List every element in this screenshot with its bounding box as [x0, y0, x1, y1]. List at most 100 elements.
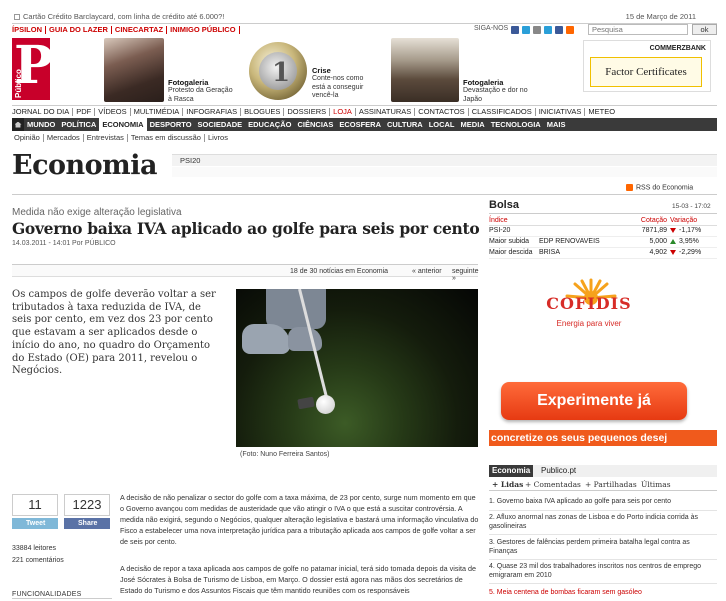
feature-2-title[interactable]: Crise — [312, 66, 331, 75]
top-promo-link[interactable]: Cartão Crédito Barclaycard, com linha de… — [14, 12, 224, 21]
cofidis-strip: concretize os seus pequenos desej — [489, 430, 717, 446]
index-name: PSI-20 — [489, 225, 539, 237]
psi-ticker-bar[interactable]: PSI20 — [172, 154, 717, 166]
col-index: Índice — [489, 216, 539, 226]
bolsa-table: Índice Cotação Variação PSI-20 7871,89 -… — [489, 216, 717, 259]
section-tab-media[interactable]: MEDIA — [458, 118, 488, 131]
feature-1-desc[interactable]: Protesto da Geração à Rasca — [168, 87, 233, 104]
tab-economia[interactable]: Economia — [489, 465, 534, 477]
stock-value: 4,902 — [619, 247, 667, 259]
menu-item-multim-dia[interactable]: MULTIMÉDIA — [131, 107, 184, 116]
section-tab-cultura[interactable]: CULTURA — [384, 118, 426, 131]
feature-photo-japan[interactable] — [391, 38, 459, 102]
subtab-most-shared[interactable]: + Partilhadas — [585, 480, 637, 489]
menu-item-pdf[interactable]: PDF — [73, 107, 96, 116]
share-icon[interactable] — [533, 26, 541, 34]
experimente-button[interactable]: Experimente já — [501, 382, 687, 420]
commerzbank-ad[interactable]: COMMERZBANK Factor Certificates — [583, 40, 711, 92]
search-input[interactable] — [588, 24, 688, 35]
facebook-icon[interactable] — [511, 26, 519, 34]
top-promo-text: Cartão Crédito Barclaycard, com linha de… — [23, 12, 225, 21]
ranking-item[interactable]: 3. Gestores de falências perdem primeira… — [489, 539, 717, 560]
col-price: Cotação — [619, 216, 667, 226]
search-button[interactable]: ok — [692, 24, 717, 35]
subnav-opiniao[interactable]: Opinião — [12, 134, 44, 142]
tab-publico-pt[interactable]: Publico.pt — [541, 465, 576, 477]
ranking-item[interactable]: 4. Quase 23 mil dos trabalhadores inscri… — [489, 563, 717, 584]
menu-item-loja[interactable]: LOJA — [330, 107, 356, 116]
subtab-most-commented[interactable]: + Comentadas — [525, 480, 581, 489]
menu-item-v-deos[interactable]: VÍDEOS — [95, 107, 131, 116]
menu-item-infografias[interactable]: INFOGRAFIAS — [183, 107, 242, 116]
bolsa-timestamp: 15-03 - 17:02 — [672, 203, 711, 210]
next-article-link[interactable]: seguinte » — [452, 268, 478, 282]
bolsa-index-row[interactable]: PSI-20 7871,89 -1,17% — [489, 225, 717, 237]
cofidis-ad[interactable]: COFIDIS Energia para viver Experimente j… — [489, 270, 717, 458]
publico-logo[interactable]: P Público — [12, 36, 53, 100]
ad-brand: COMMERZBANK — [649, 45, 706, 52]
section-tab-sociedade[interactable]: SOCIEDADE — [195, 118, 246, 131]
top-nav-guia-lazer[interactable]: GUIA DO LAZER — [46, 25, 112, 34]
section-tab-mundo[interactable]: MUNDO — [24, 118, 58, 131]
section-tab-ecosfera[interactable]: ECOSFERA — [336, 118, 384, 131]
top-nav-cinecartaz[interactable]: CINECARTAZ — [112, 25, 168, 34]
previous-article-link[interactable]: « anterior — [412, 268, 442, 275]
top-nav-inimigo-publico[interactable]: INIMIGO PÚBLICO — [167, 25, 240, 34]
menu-item-dossiers[interactable]: DOSSIERS — [284, 107, 331, 116]
subnav-entrevistas[interactable]: Entrevistas — [84, 134, 128, 142]
follow-us-label: SIGA-NOS — [474, 25, 509, 32]
feature-2-desc[interactable]: Conte-nos como está a conseguir vencê-la — [312, 75, 363, 101]
subtab-latest[interactable]: Últimas — [641, 480, 671, 489]
article-headline: Governo baixa IVA aplicado ao golfe para… — [12, 219, 480, 238]
article-body-paragraph: A decisão de não penalizar o sector do g… — [120, 493, 479, 546]
subnav-livros[interactable]: Livros — [205, 134, 231, 142]
comments-link[interactable]: 221 comentários — [12, 557, 64, 564]
section-tab-desporto[interactable]: DESPORTO — [147, 118, 195, 131]
menu-item-assinaturas[interactable]: ASSINATURAS — [356, 107, 416, 116]
ranking-item[interactable]: 5. Meia centena de bombas ficaram sem ga… — [489, 589, 717, 601]
feature-photo-protest[interactable] — [104, 38, 164, 102]
section-tab-mais[interactable]: MAIS — [544, 118, 569, 131]
bolsa-top-loser-row[interactable]: Maior descida BRISA 4,902 -2,29% — [489, 247, 717, 259]
ranking-item[interactable]: 1. Governo baixa IVA aplicado ao golfe p… — [489, 498, 717, 511]
subtab-most-read[interactable]: + Lidas — [492, 480, 523, 489]
euro-coin-image[interactable]: 1 — [248, 41, 308, 101]
svg-text:1: 1 — [272, 58, 290, 88]
menu-item-iniciativas[interactable]: INICIATIVAS — [536, 107, 586, 116]
subnav-mercados[interactable]: Mercados — [44, 134, 84, 142]
arrow-up-icon — [670, 238, 676, 244]
golf-club-head — [297, 396, 315, 410]
feature-3-title[interactable]: Fotogaleria — [463, 78, 503, 87]
ranking-item[interactable]: 2. Afluxo anormal nas zonas de Lisboa e … — [489, 514, 717, 535]
bolsa-top-gainer-row[interactable]: Maior subida EDP RENOVAVEIS 5,000 3,95% — [489, 236, 717, 248]
index-value: 7871,89 — [619, 225, 667, 237]
delicious-icon[interactable] — [555, 26, 563, 34]
tweet-button[interactable]: Tweet — [12, 518, 58, 529]
section-tab-ciencias[interactable]: CIÊNCIAS — [294, 118, 336, 131]
rss-link[interactable]: RSS do Economia — [626, 184, 693, 191]
main-menu: JORNAL DO DIA PDF VÍDEOS MULTIMÉDIA INFOGRAF… — [12, 105, 717, 117]
article-kicker: Medida não exige alteração legislativa — [12, 207, 182, 218]
section-tab-local[interactable]: LOCAL — [426, 118, 458, 131]
section-tab-educacao[interactable]: EDUCAÇÃO — [245, 118, 294, 131]
functionalities-heading: FUNCIONALIDADES — [12, 591, 112, 599]
feature-1-title[interactable]: Fotogaleria — [168, 78, 208, 87]
facebook-share-button[interactable]: Share — [64, 518, 110, 529]
home-icon — [14, 121, 22, 128]
menu-item-classificados[interactable]: CLASSIFICADOS — [469, 107, 536, 116]
rss-text: RSS do Economia — [636, 184, 694, 192]
menu-item-jornal-do-dia[interactable]: JORNAL DO DIA — [12, 107, 74, 116]
twitter-alt-icon[interactable] — [544, 26, 552, 34]
section-tab-tecnologia[interactable]: TECNOLOGIA — [488, 118, 544, 131]
section-tab-politica[interactable]: POLÍTICA — [58, 118, 99, 131]
section-tab-economia[interactable]: ECONOMIA — [99, 118, 147, 131]
menu-item-meteo[interactable]: METEO — [585, 107, 618, 116]
home-button[interactable] — [12, 118, 24, 131]
top-nav-ipsilon[interactable]: ÍPSILON — [12, 25, 47, 34]
rss-icon[interactable] — [566, 26, 574, 34]
feature-3-desc[interactable]: Devastação e dor no Japão — [463, 87, 528, 104]
twitter-icon[interactable] — [522, 26, 530, 34]
menu-item-contactos[interactable]: CONTACTOS — [415, 107, 469, 116]
menu-item-blogues[interactable]: BLOGUES — [241, 107, 285, 116]
subnav-temas-em-discussao[interactable]: Temas em discussão — [128, 134, 205, 142]
